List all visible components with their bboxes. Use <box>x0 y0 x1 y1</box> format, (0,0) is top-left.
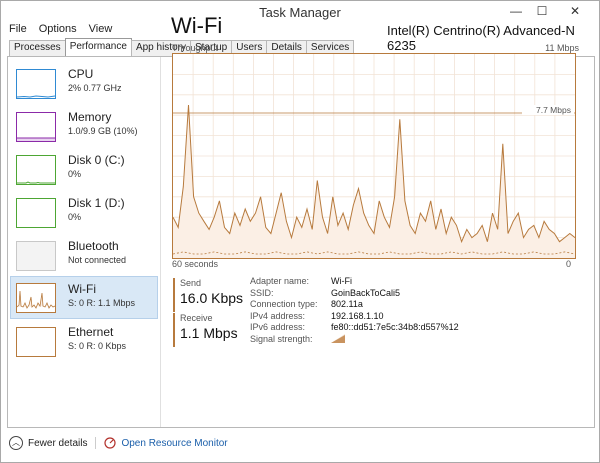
open-resource-monitor-link[interactable]: Open Resource Monitor <box>104 437 228 449</box>
task-manager-window: Task Manager — ☐ ✕ File Options View Pro… <box>0 0 600 463</box>
throughput-label: Throughput <box>172 43 219 53</box>
memory-mini-graph <box>16 112 56 142</box>
tab-performance[interactable]: Performance <box>64 38 132 57</box>
sidebar-item-disk-0[interactable]: Disk 0 (C:) 0% <box>8 147 160 190</box>
sidebar-sub-wifi: S: 0 R: 1.1 Mbps <box>68 298 136 308</box>
page-title: Wi-Fi <box>171 13 223 38</box>
receive-stat: Receive 1.1 Mbps <box>173 313 250 347</box>
detail-value: 192.168.1.10 <box>331 310 384 321</box>
resource-monitor-icon <box>104 437 117 449</box>
sidebar-item-cpu[interactable]: CPU 2% 0.77 GHz <box>8 61 160 104</box>
cpu-mini-graph <box>16 69 56 99</box>
receive-value: 1.1 Mbps <box>180 325 238 341</box>
sidebar-label-wifi: Wi-Fi <box>68 282 96 296</box>
sidebar-sub-bluetooth: Not connected <box>68 255 127 265</box>
sidebar-label-cpu: CPU <box>68 67 94 81</box>
sidebar-item-wifi[interactable]: Wi-Fi S: 0 R: 1.1 Mbps <box>10 276 158 319</box>
sidebar-label-disk-1: Disk 1 (D:) <box>68 196 125 210</box>
menu-options[interactable]: Options <box>39 23 77 39</box>
fewer-details-button[interactable]: ︿ Fewer details <box>9 436 87 450</box>
sidebar-sub-ethernet: S: 0 R: 0 Kbps <box>68 341 127 351</box>
receive-label: Receive <box>180 313 213 323</box>
time-zero-label: 0 <box>566 259 572 269</box>
bluetooth-mini-graph <box>16 241 56 271</box>
sidebar-sub-cpu: 2% 0.77 GHz <box>68 83 122 93</box>
window-controls: — ☐ ✕ <box>503 1 595 23</box>
detail-key: IPv6 address: <box>250 322 306 333</box>
detail-key: SSID: <box>250 287 274 298</box>
detail-value: Wi-Fi <box>331 276 352 286</box>
sidebar-label-bluetooth: Bluetooth <box>68 239 119 253</box>
minimize-button[interactable]: — <box>503 1 529 21</box>
footer: ︿ Fewer details Open Resource Monitor <box>9 433 228 453</box>
menu-file[interactable]: File <box>9 23 27 39</box>
send-value: 16.0 Kbps <box>180 290 244 306</box>
disk-1-mini-graph <box>16 198 56 228</box>
tab-processes[interactable]: Processes <box>9 40 66 56</box>
maximize-button[interactable]: ☐ <box>529 1 555 21</box>
sidebar-label-memory: Memory <box>68 110 112 124</box>
resource-sidebar: CPU 2% 0.77 GHz Memory 1.0/9.9 GB (10%) … <box>8 61 160 362</box>
detail-value: fe80::dd51:7e5c:34b8:d557%12 <box>331 322 459 333</box>
close-button[interactable]: ✕ <box>555 1 595 21</box>
menu-view[interactable]: View <box>89 23 113 39</box>
sidebar-sub-disk-1: 0% <box>68 212 82 222</box>
throughput-graph: 7.7 Mbps <box>172 53 576 259</box>
sidebar-item-ethernet[interactable]: Ethernet S: 0 R: 0 Kbps <box>8 319 160 362</box>
detail-key: Adapter name: <box>250 276 310 286</box>
detail-key: IPv4 address: <box>250 310 306 321</box>
detail-key: Signal strength: <box>250 333 313 344</box>
sidebar-label-ethernet: Ethernet <box>68 325 114 339</box>
sidebar-item-memory[interactable]: Memory 1.0/9.9 GB (10%) <box>8 104 160 147</box>
wifi-mini-graph <box>16 283 56 313</box>
sidebar-item-bluetooth[interactable]: Bluetooth Not connected <box>8 233 160 276</box>
ethernet-mini-graph <box>16 327 56 357</box>
chevron-up-icon: ︿ <box>9 436 23 450</box>
disk-0-mini-graph <box>16 155 56 185</box>
detail-key: Connection type: <box>250 299 318 310</box>
time-span-label: 60 seconds <box>172 259 219 269</box>
sidebar-sub-memory: 1.0/9.9 GB (10%) <box>68 126 138 136</box>
sidebar-label-disk-0: Disk 0 (C:) <box>68 153 125 167</box>
fewer-details-label: Fewer details <box>28 437 88 449</box>
graph-max-label: 11 Mbps <box>545 43 579 53</box>
panel-divider[interactable] <box>160 57 161 427</box>
open-resource-monitor-label: Open Resource Monitor <box>121 437 228 449</box>
sidebar-item-disk-1[interactable]: Disk 1 (D:) 0% <box>8 190 160 233</box>
detail-value: 802.11a <box>331 299 363 310</box>
send-stat: Send 16.0 Kbps <box>173 278 250 312</box>
sidebar-sub-disk-0: 0% <box>68 169 82 179</box>
detail-value: GoinBackToCali5 <box>331 287 401 298</box>
title-bar[interactable]: Task Manager — ☐ ✕ <box>1 1 599 23</box>
graph-ref-label: 7.7 Mbps <box>536 105 571 115</box>
footer-separator <box>95 437 97 449</box>
send-label: Send <box>180 278 202 288</box>
signal-strength-icon <box>331 333 345 343</box>
